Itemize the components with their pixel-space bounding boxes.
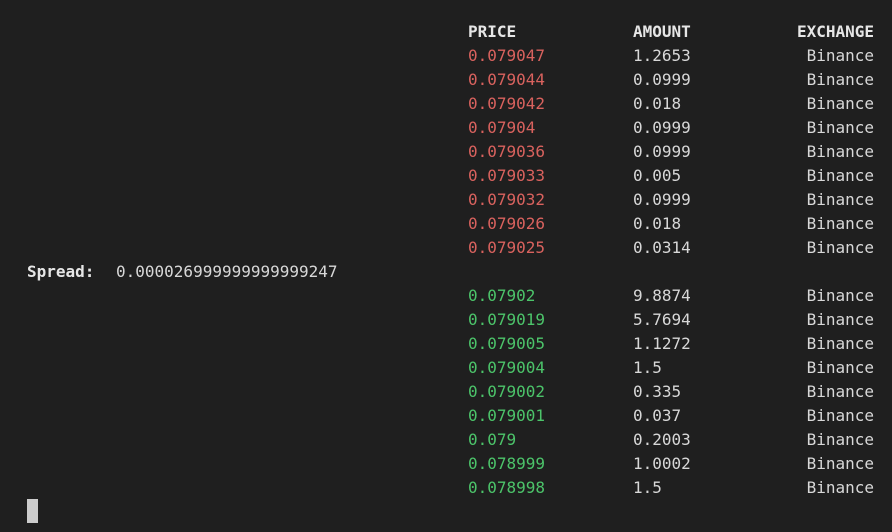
terminal-cursor	[27, 499, 38, 523]
bid-row: 0.079001 0.037 Binance	[0, 404, 892, 428]
ask-price: 0.079036	[468, 142, 546, 161]
exchange-column-header: EXCHANGE	[796, 22, 874, 41]
bid-row: 0.079019 5.7694 Binance	[0, 308, 892, 332]
price-column-header: PRICE	[468, 22, 517, 41]
bid-amount: 0.335	[633, 382, 682, 401]
ask-exchange: Binance	[806, 166, 874, 185]
bid-price: 0.079004	[468, 358, 546, 377]
ask-amount: 0.005	[633, 166, 682, 185]
bid-amount: 0.2003	[633, 430, 691, 449]
ask-price: 0.079033	[468, 166, 546, 185]
bid-exchange: Binance	[806, 334, 874, 353]
ask-amount: 0.0999	[633, 142, 691, 161]
bid-price: 0.079005	[468, 334, 546, 353]
ask-exchange: Binance	[806, 238, 874, 257]
amount-column-header: AMOUNT	[633, 22, 691, 41]
bid-amount: 1.0002	[633, 454, 691, 473]
ask-amount: 0.0999	[633, 70, 691, 89]
bid-row: 0.078999 1.0002 Binance	[0, 452, 892, 476]
bid-row: 0.07902 9.8874 Binance	[0, 284, 892, 308]
ask-row: 0.079032 0.0999 Binance	[0, 188, 892, 212]
ask-price: 0.079032	[468, 190, 546, 209]
bid-exchange: Binance	[806, 310, 874, 329]
bid-exchange: Binance	[806, 430, 874, 449]
order-book: PRICE AMOUNT EXCHANGE 0.079047 1.2653 Bi…	[0, 20, 892, 500]
bid-row: 0.079005 1.1272 Binance	[0, 332, 892, 356]
ask-amount: 0.0314	[633, 238, 691, 257]
ask-row: 0.079036 0.0999 Binance	[0, 140, 892, 164]
bid-amount: 1.5	[633, 478, 662, 497]
ask-amount: 0.0999	[633, 190, 691, 209]
bid-price: 0.079001	[468, 406, 546, 425]
bid-price: 0.078999	[468, 454, 546, 473]
bid-amount: 9.8874	[633, 286, 691, 305]
ask-amount: 0.018	[633, 214, 682, 233]
bid-exchange: Binance	[806, 382, 874, 401]
bid-exchange: Binance	[806, 406, 874, 425]
ask-exchange: Binance	[806, 214, 874, 233]
bid-exchange: Binance	[806, 454, 874, 473]
terminal-window[interactable]: PRICE AMOUNT EXCHANGE 0.079047 1.2653 Bi…	[0, 0, 892, 532]
ask-row: 0.079044 0.0999 Binance	[0, 68, 892, 92]
ask-amount: 0.0999	[633, 118, 691, 137]
ask-exchange: Binance	[806, 118, 874, 137]
ask-exchange: Binance	[806, 190, 874, 209]
ask-exchange: Binance	[806, 142, 874, 161]
spread-value: 0.000026999999999999247	[116, 262, 338, 281]
bid-exchange: Binance	[806, 478, 874, 497]
ask-row: 0.079042 0.018 Binance	[0, 92, 892, 116]
bid-price: 0.079	[468, 430, 517, 449]
order-book-header: PRICE AMOUNT EXCHANGE	[0, 20, 892, 44]
bid-exchange: Binance	[806, 286, 874, 305]
ask-amount: 0.018	[633, 94, 682, 113]
ask-exchange: Binance	[806, 94, 874, 113]
bid-exchange: Binance	[806, 358, 874, 377]
ask-exchange: Binance	[806, 46, 874, 65]
ask-amount: 1.2653	[633, 46, 691, 65]
ask-price: 0.07904	[468, 118, 536, 137]
bid-row: 0.079002 0.335 Binance	[0, 380, 892, 404]
spread-line: Spread: 0.000026999999999999247	[0, 260, 892, 284]
bid-price: 0.079002	[468, 382, 546, 401]
ask-row: 0.07904 0.0999 Binance	[0, 116, 892, 140]
bid-amount: 0.037	[633, 406, 682, 425]
bid-amount: 1.1272	[633, 334, 691, 353]
bid-price: 0.078998	[468, 478, 546, 497]
bid-row: 0.079004 1.5 Binance	[0, 356, 892, 380]
ask-price: 0.079044	[468, 70, 546, 89]
ask-price: 0.079047	[468, 46, 546, 65]
bid-row: 0.078998 1.5 Binance	[0, 476, 892, 500]
bid-row: 0.079 0.2003 Binance	[0, 428, 892, 452]
ask-price: 0.079025	[468, 238, 546, 257]
ask-row: 0.079033 0.005 Binance	[0, 164, 892, 188]
bid-amount: 5.7694	[633, 310, 691, 329]
bid-amount: 1.5	[633, 358, 662, 377]
bid-price: 0.07902	[468, 286, 536, 305]
ask-price: 0.079042	[468, 94, 546, 113]
ask-row: 0.079026 0.018 Binance	[0, 212, 892, 236]
ask-row: 0.079025 0.0314 Binance	[0, 236, 892, 260]
ask-row: 0.079047 1.2653 Binance	[0, 44, 892, 68]
bid-price: 0.079019	[468, 310, 546, 329]
ask-price: 0.079026	[468, 214, 546, 233]
ask-exchange: Binance	[806, 70, 874, 89]
spread-label: Spread:	[27, 262, 95, 281]
